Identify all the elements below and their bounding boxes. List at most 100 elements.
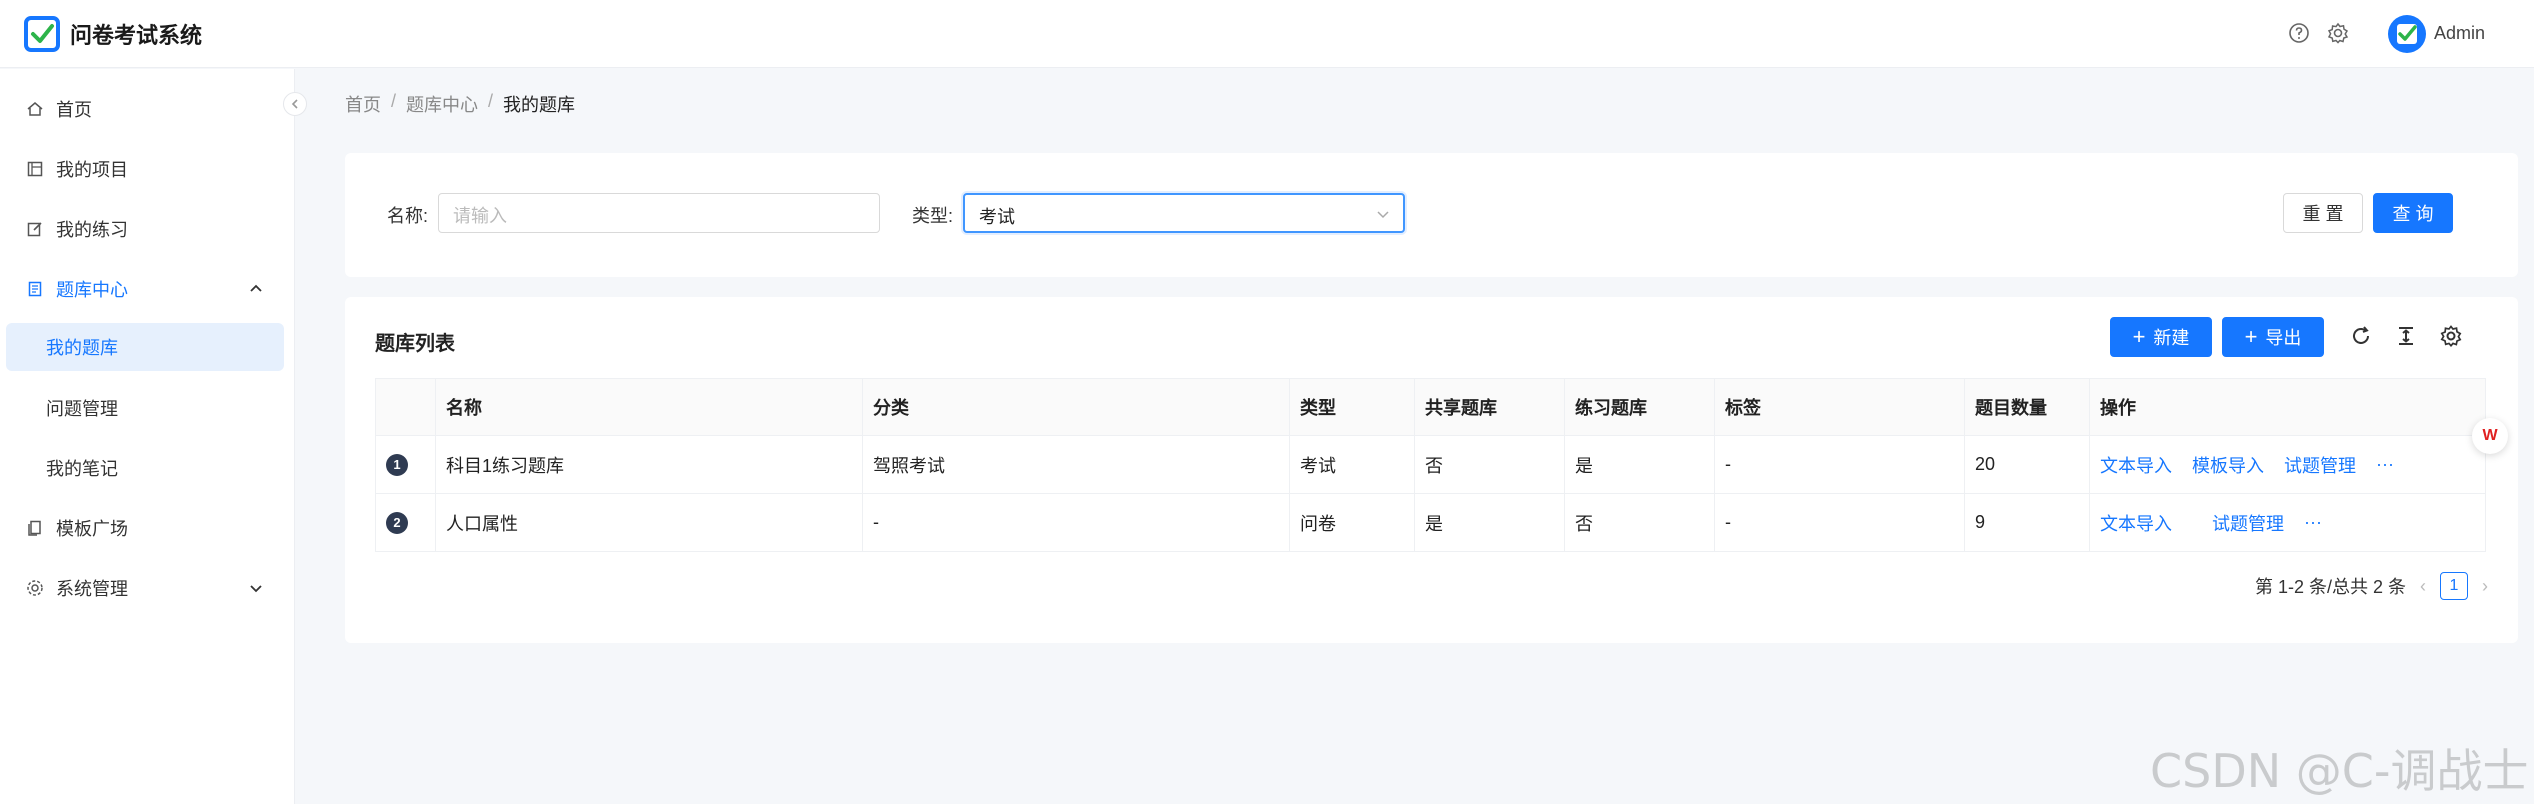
- row-index-badge: 2: [386, 511, 408, 534]
- chevron-down-icon: [250, 585, 262, 593]
- sidebar-item-home[interactable]: 首页: [6, 85, 284, 133]
- refresh-icon[interactable]: [2349, 324, 2373, 348]
- text-import-link[interactable]: 文本导入: [2100, 510, 2172, 536]
- row-type: 考试: [1289, 436, 1414, 493]
- row-type: 问卷: [1289, 494, 1414, 551]
- book-icon: [28, 281, 42, 297]
- sidebar-item-template-square[interactable]: 模板广场: [6, 504, 284, 552]
- sidebar-item-label: 首页: [56, 100, 92, 120]
- row-index-badge: 1: [386, 453, 408, 476]
- column-header-count: 题目数量: [1964, 379, 2089, 435]
- top-header: 问卷考试系统 Admin: [0, 0, 2534, 68]
- sidebar-item-label: 我的题库: [46, 338, 118, 358]
- type-label: 类型:: [912, 206, 954, 226]
- type-select-value: 考试: [979, 207, 1015, 227]
- home-icon: [27, 102, 43, 116]
- avatar-check-icon: [2397, 24, 2417, 44]
- column-header-type: 类型: [1289, 379, 1414, 435]
- gear-icon: [27, 580, 43, 596]
- pagination: 第 1-2 条/总共 2 条 ‹ 1 ›: [2255, 572, 2488, 600]
- template-icon: [28, 520, 41, 536]
- avatar[interactable]: [2388, 15, 2426, 53]
- sidebar-item-label: 问题管理: [46, 399, 118, 419]
- username[interactable]: Admin: [2434, 23, 2485, 44]
- export-button-label: 导出: [2265, 328, 2302, 348]
- column-header-practice: 练习题库: [1564, 379, 1714, 435]
- reset-button[interactable]: 重 置: [2283, 193, 2363, 233]
- sidebar-item-question-management[interactable]: 问题管理: [6, 384, 284, 432]
- name-input[interactable]: 请输入: [438, 193, 880, 233]
- more-icon[interactable]: ···: [2304, 512, 2322, 533]
- search-panel: 名称: 请输入 类型: 考试 重 置 查 询: [345, 153, 2518, 277]
- table-header-row: 名称 分类 类型 共享题库 练习题库 标签 题目数量 操作: [375, 378, 2486, 436]
- row-name: 人口属性: [435, 494, 862, 551]
- breadcrumb-current: 我的题库: [503, 95, 576, 115]
- column-header-name: 名称: [435, 379, 862, 435]
- row-category: 驾照考试: [862, 436, 1289, 493]
- app-title: 问卷考试系统: [70, 23, 203, 48]
- row-tag: -: [1714, 494, 1964, 551]
- sidebar-item-my-notes[interactable]: 我的笔记: [6, 444, 284, 492]
- row-shared: 否: [1414, 436, 1564, 493]
- table-row: 1 科目1练习题库 驾照考试 考试 否 是 - 20 文本导入 模板导入 试题管…: [375, 436, 2486, 494]
- new-button[interactable]: + 新建: [2110, 317, 2212, 357]
- type-select[interactable]: 考试: [963, 193, 1405, 233]
- sidebar-item-system-management[interactable]: 系统管理: [6, 564, 284, 612]
- name-label: 名称:: [387, 206, 429, 226]
- breadcrumb-home[interactable]: 首页: [345, 91, 381, 117]
- prev-page-icon[interactable]: ‹: [2420, 576, 2426, 597]
- plus-icon: +: [2132, 324, 2146, 349]
- row-category: -: [862, 494, 1289, 551]
- row-index-cell: 2: [375, 494, 435, 551]
- help-icon[interactable]: [2288, 22, 2310, 44]
- row-practice: 否: [1564, 494, 1714, 551]
- column-header-category: 分类: [862, 379, 1289, 435]
- watermark: CSDN @C-调战士: [2150, 744, 2529, 798]
- template-import-link[interactable]: 模板导入: [2192, 452, 2264, 478]
- sidebar-item-practice[interactable]: 我的练习: [6, 205, 284, 253]
- sidebar-item-question-bank-center[interactable]: 题库中心: [6, 265, 284, 313]
- question-management-link[interactable]: 试题管理: [2212, 510, 2284, 536]
- row-count: 20: [1964, 436, 2089, 493]
- row-practice: 是: [1564, 436, 1714, 493]
- edit-icon: [27, 222, 42, 237]
- project-icon: [27, 161, 43, 177]
- page-number-current[interactable]: 1: [2440, 572, 2468, 600]
- settings-icon[interactable]: [2327, 22, 2349, 44]
- row-tag: -: [1714, 436, 1964, 493]
- sidebar: 首页 我的项目 我的练习 题库中心 我的题库 问题管理 我的笔记 模板广场 系统…: [0, 69, 295, 804]
- table-row: 2 人口属性 - 问卷 是 否 - 9 文本导入 试题管理 ···: [375, 494, 2486, 552]
- breadcrumb-separator: /: [391, 91, 397, 111]
- breadcrumb-question-bank-center[interactable]: 题库中心: [406, 91, 478, 117]
- row-index-cell: 1: [375, 436, 435, 493]
- sidebar-item-label: 我的练习: [56, 220, 128, 240]
- breadcrumb: 首页 / 题库中心 / 我的题库: [345, 91, 575, 117]
- name-input-placeholder: 请输入: [453, 206, 507, 226]
- sidebar-item-label: 我的项目: [56, 160, 128, 180]
- column-header-index: [375, 379, 435, 435]
- next-page-icon[interactable]: ›: [2482, 576, 2488, 597]
- sidebar-item-my-question-bank[interactable]: 我的题库: [6, 323, 284, 371]
- chevron-left-icon: [291, 99, 298, 109]
- wps-float-icon[interactable]: W: [2472, 418, 2508, 454]
- sidebar-collapse-button[interactable]: [283, 92, 307, 116]
- question-management-link[interactable]: 试题管理: [2284, 452, 2356, 478]
- app-logo-icon: [24, 16, 60, 52]
- new-button-label: 新建: [2153, 328, 2190, 348]
- row-shared: 是: [1414, 494, 1564, 551]
- plus-icon: +: [2244, 324, 2258, 349]
- sidebar-item-label: 我的笔记: [46, 459, 118, 479]
- column-height-icon[interactable]: [2394, 324, 2418, 348]
- more-icon[interactable]: ···: [2376, 454, 2394, 475]
- export-button[interactable]: + 导出: [2222, 317, 2324, 357]
- row-count: 9: [1964, 494, 2089, 551]
- column-header-actions: 操作: [2089, 379, 2486, 435]
- query-button[interactable]: 查 询: [2373, 193, 2453, 233]
- table-settings-icon[interactable]: [2439, 324, 2463, 348]
- chevron-up-icon: [250, 284, 262, 292]
- column-header-tag: 标签: [1714, 379, 1964, 435]
- row-actions: 文本导入 模板导入 试题管理 ···: [2089, 436, 2486, 493]
- text-import-link[interactable]: 文本导入: [2100, 452, 2172, 478]
- row-actions: 文本导入 试题管理 ···: [2089, 494, 2486, 551]
- sidebar-item-projects[interactable]: 我的项目: [6, 145, 284, 193]
